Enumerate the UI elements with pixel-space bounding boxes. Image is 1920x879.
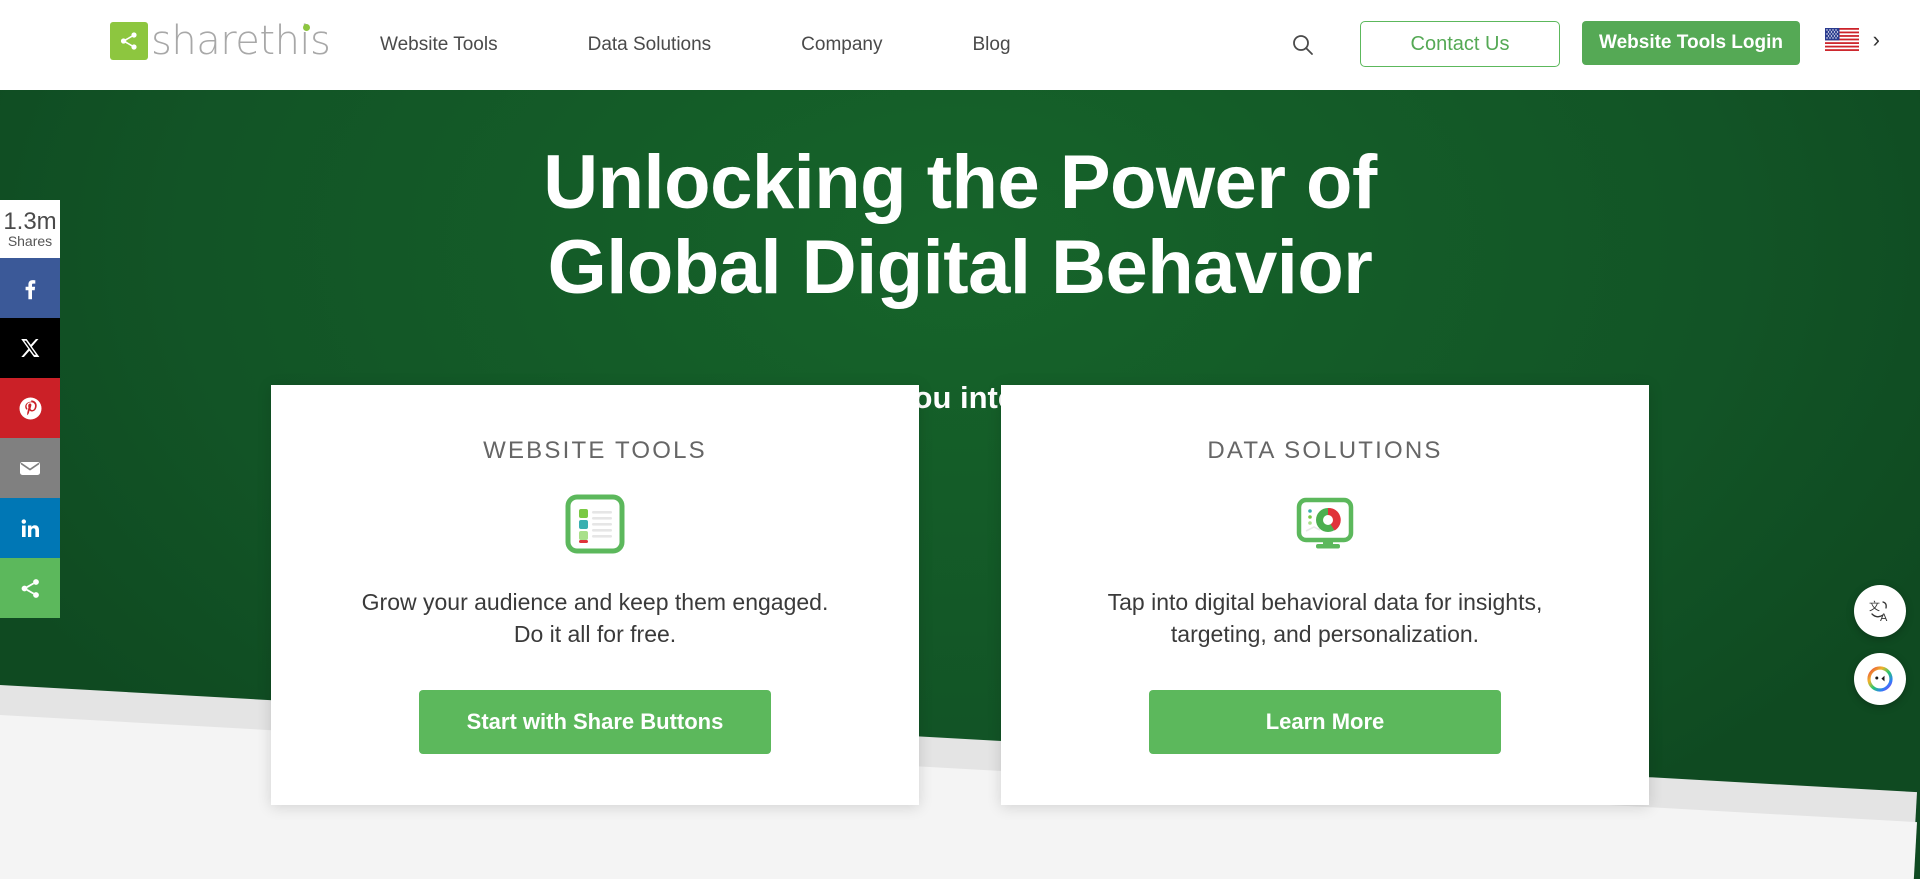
- accessibility-widget-button[interactable]: [1854, 653, 1906, 705]
- locale-selector[interactable]: ›: [1824, 26, 1880, 52]
- nav-item-data-solutions[interactable]: Data Solutions: [588, 34, 712, 56]
- card-description-line-1: Grow your audience and keep them engaged…: [361, 589, 829, 615]
- nav-item-website-tools[interactable]: Website Tools: [380, 34, 498, 56]
- share-count-label: Shares: [7, 233, 53, 250]
- email-share-button[interactable]: [0, 438, 60, 498]
- hero-title-line-1: Unlocking the Power of: [543, 140, 1377, 225]
- svg-text:文: 文: [1869, 599, 1880, 613]
- hero-title-line-2: Global Digital Behavior: [547, 225, 1373, 311]
- card-description: Grow your audience and keep them engaged…: [362, 587, 829, 650]
- search-icon[interactable]: [1286, 28, 1320, 62]
- monitor-donut-chart-icon: [1294, 493, 1356, 555]
- card-data-solutions: DATA SOLUTIONS Tap into digital behavior…: [1001, 385, 1649, 805]
- start-with-share-buttons-button[interactable]: Start with Share Buttons: [419, 690, 771, 755]
- share-count: 1.3m Shares: [0, 200, 60, 258]
- nav-item-blog[interactable]: Blog: [973, 34, 1011, 56]
- x-twitter-share-button[interactable]: [0, 318, 60, 378]
- svg-text:A: A: [1880, 612, 1888, 624]
- sharethis-logo-text: sharethis: [151, 21, 331, 61]
- card-description-line-2: targeting, and personalization.: [1170, 620, 1480, 647]
- linkedin-share-button[interactable]: [0, 498, 60, 558]
- cards-container: WEBSITE TOOLS Grow your audience and kee…: [0, 385, 1920, 805]
- chevron-right-icon: ›: [1872, 26, 1880, 52]
- card-description: Tap into digital behavioral data for ins…: [1108, 587, 1543, 650]
- sharethis-share-button[interactable]: [0, 558, 60, 618]
- card-description-line-2: Do it all for free.: [513, 620, 677, 647]
- learn-more-button[interactable]: Learn More: [1149, 690, 1501, 755]
- card-title: DATA SOLUTIONS: [1207, 437, 1443, 464]
- card-description-line-1: Tap into digital behavioral data for ins…: [1107, 589, 1543, 615]
- share-rail: 1.3m Shares: [0, 200, 60, 618]
- checklist-icon: [564, 493, 626, 555]
- sharethis-logo[interactable]: sharethis: [110, 21, 331, 61]
- share-count-number: 1.3m: [3, 208, 57, 236]
- sharethis-logo-mark: [110, 22, 148, 60]
- website-tools-login-button[interactable]: Website Tools Login: [1582, 21, 1800, 65]
- card-title: WEBSITE TOOLS: [483, 437, 707, 464]
- page-title: Unlocking the Power of Global Digital Be…: [0, 140, 1920, 310]
- card-website-tools: WEBSITE TOOLS Grow your audience and kee…: [271, 385, 919, 805]
- translate-widget-button[interactable]: 文 A: [1854, 585, 1906, 637]
- facebook-share-button[interactable]: [0, 258, 60, 318]
- main-navigation: Website Tools Data Solutions Company Blo…: [380, 0, 1011, 90]
- nav-item-company[interactable]: Company: [801, 34, 882, 56]
- contact-us-button[interactable]: Contact Us: [1360, 21, 1560, 67]
- floating-widgets: 文 A: [1854, 585, 1906, 705]
- page-root: Unlocking the Power of Global Digital Be…: [0, 0, 1920, 879]
- site-header: sharethis Website Tools Data Solutions C…: [0, 0, 1920, 90]
- us-flag-icon: [1824, 28, 1859, 51]
- pinterest-share-button[interactable]: [0, 378, 60, 438]
